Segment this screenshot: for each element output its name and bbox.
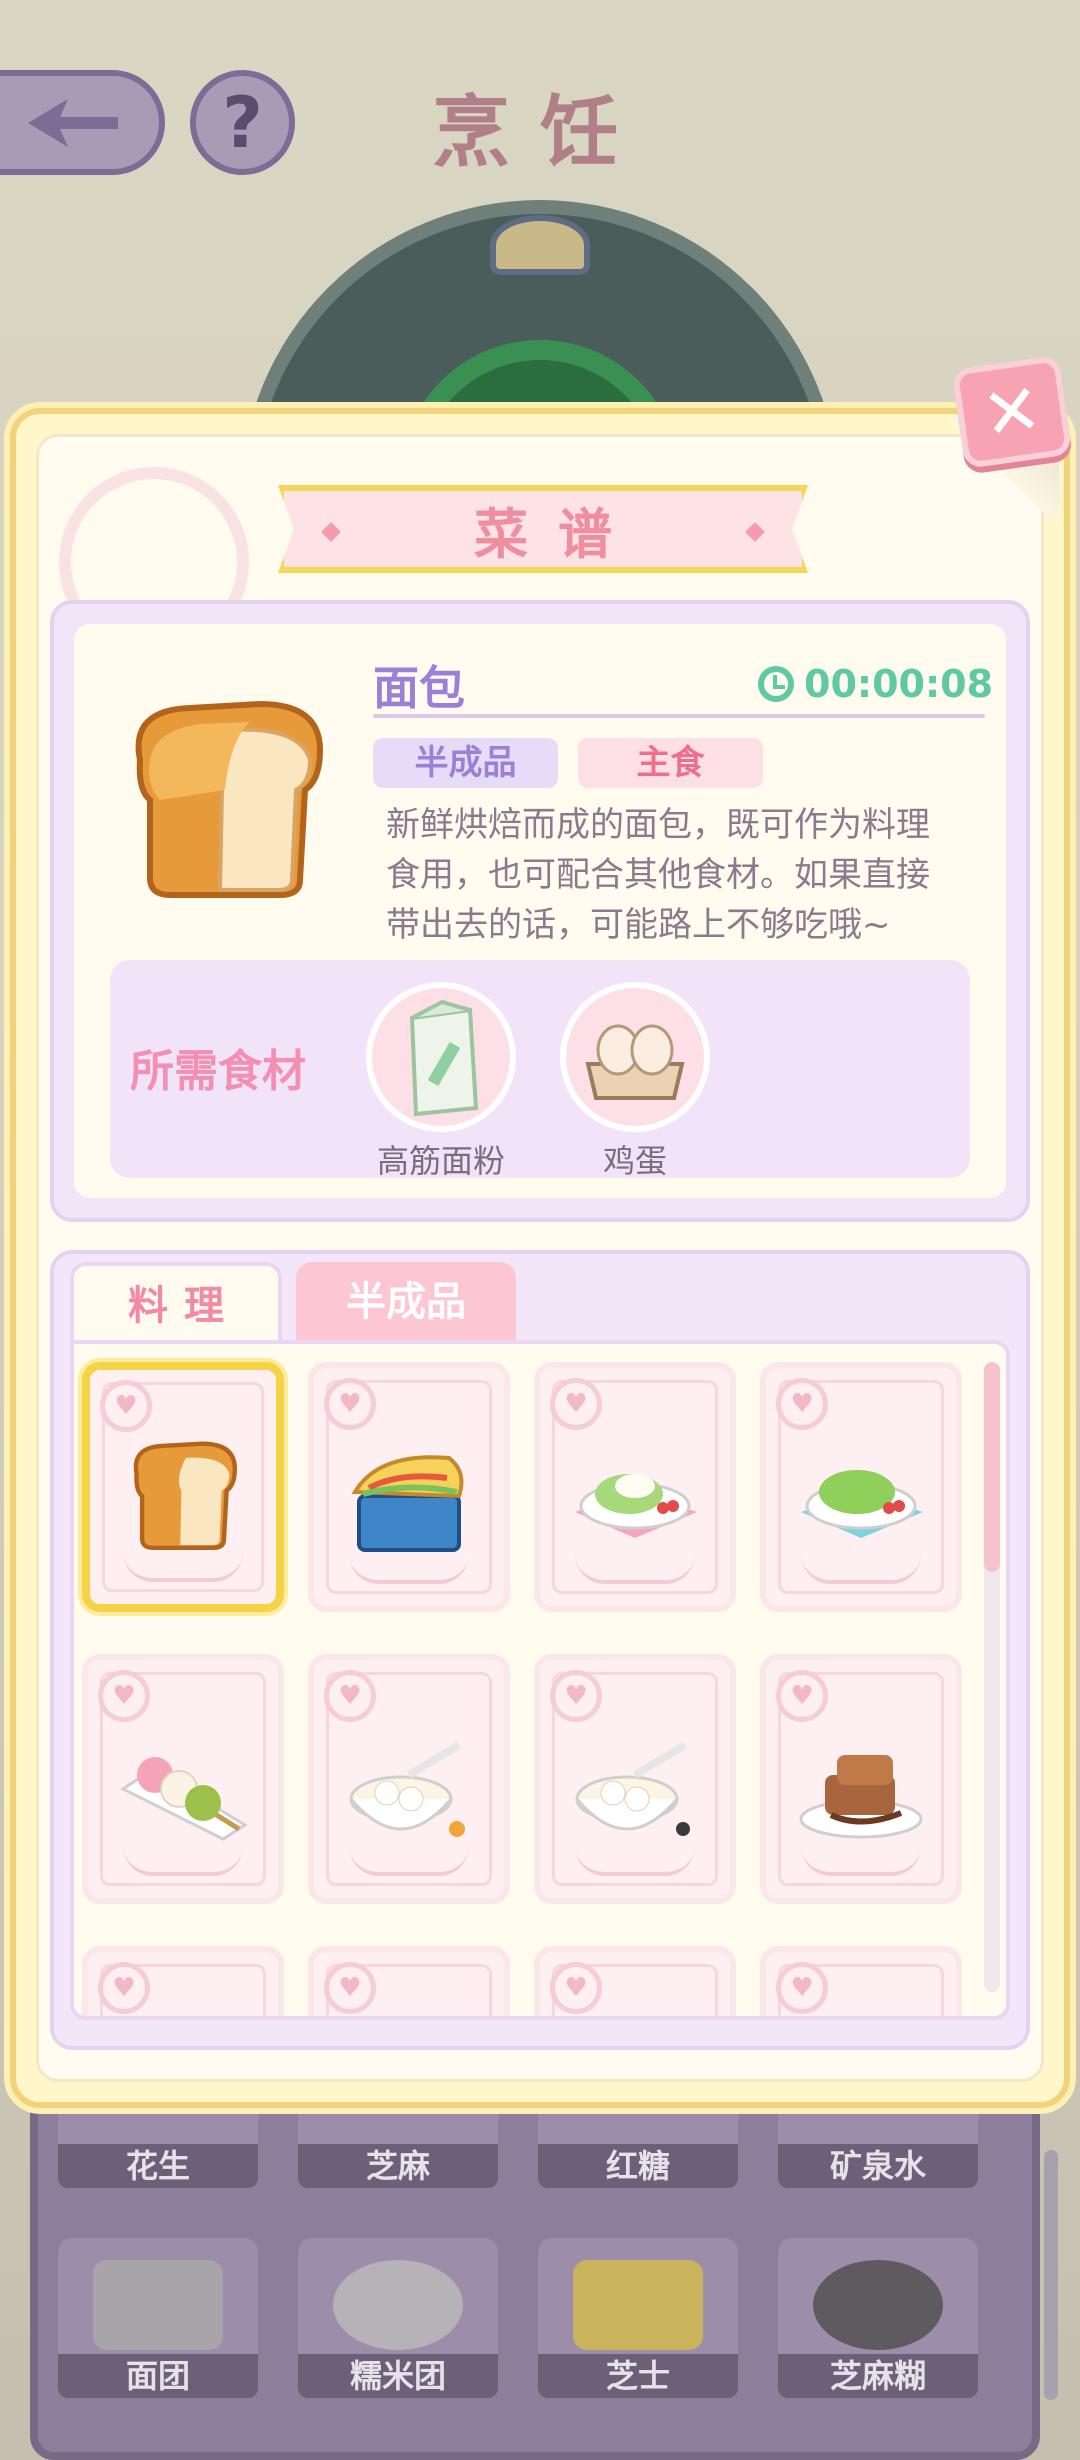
fork-spoon-icon: ♥	[98, 1962, 150, 2014]
ribbon-dot	[745, 522, 765, 542]
salad-plate-icon	[801, 1469, 923, 1538]
pot-lid-knob	[490, 215, 590, 275]
recipe-card-waffle[interactable]: ♥	[760, 1654, 962, 1904]
fork-spoon-icon: ♥	[324, 1962, 376, 2014]
ribbon-dot	[321, 522, 341, 542]
recipe-card[interactable]: ♥	[760, 1946, 962, 2016]
sesame-paste-bowl-icon	[813, 2260, 943, 2350]
fork-spoon-icon: ♥	[98, 1670, 150, 1722]
page-title: 烹饪	[431, 87, 648, 178]
wheat-decoration	[123, 1552, 243, 1582]
close-icon: ✕	[977, 367, 1047, 457]
fork-spoon-icon: ♥	[324, 1378, 376, 1430]
recipe-grid: ♥ ♥ ♥ ♥ ♥ ♥ ♥ ♥ ♥ ♥ ♥ ♥	[82, 1362, 982, 2016]
soup-bowl-icon	[349, 1741, 465, 1837]
fork-spoon-icon: ♥	[550, 1378, 602, 1430]
dish-description: 新鲜烘焙而成的面包，既可作为料理 食用，也可配合其他食材。如果直接 带出去的话，…	[386, 805, 930, 945]
dish-name: 面包	[373, 661, 465, 715]
scrollbar-thumb[interactable]	[984, 1362, 1000, 1572]
recipe-grid-panel: ♥ ♥ ♥ ♥ ♥ ♥ ♥ ♥ ♥ ♥ ♥ ♥	[70, 1340, 1010, 2020]
dango-skewer-icon	[120, 1756, 248, 1841]
egg-carton-icon	[585, 1024, 685, 1100]
recipe-card[interactable]: ♥	[308, 1946, 510, 2016]
inventory-panel: 花生 芝麻 红糖 矿泉水 面团 糯米团 芝士 芝麻糊	[30, 2060, 1040, 2460]
wheat-decoration	[123, 1846, 243, 1876]
question-icon: ?	[222, 81, 263, 164]
recipe-card-bread[interactable]: ♥	[82, 1362, 284, 1612]
fork-spoon-icon: ♥	[100, 1380, 152, 1432]
cheese-icon	[573, 2260, 703, 2350]
bread-icon	[135, 700, 324, 898]
wheat-decoration	[349, 1846, 469, 1876]
inventory-scrollbar[interactable]	[1044, 2150, 1058, 2400]
sandwich-box-icon	[351, 1454, 464, 1552]
inventory-item[interactable]: 面团	[58, 2238, 258, 2398]
dough-icon	[93, 2260, 223, 2350]
fork-spoon-icon: ♥	[776, 1378, 828, 1430]
wheat-decoration	[575, 1554, 695, 1584]
tab-semi-finished[interactable]: 半成品	[296, 1262, 516, 1342]
wheat-decoration	[801, 1554, 921, 1584]
divider	[373, 714, 985, 718]
recipe-card-sesame-soup[interactable]: ♥	[534, 1654, 736, 1904]
flour-bag-icon	[409, 999, 479, 1117]
chocolate-waffle-icon	[799, 1754, 923, 1839]
modal-title: 菜谱	[474, 501, 642, 566]
cook-timer: 00:00:08	[758, 662, 993, 706]
fork-spoon-icon: ♥	[550, 1670, 602, 1722]
back-arrow-icon	[27, 98, 118, 147]
recipe-scrollbar[interactable]	[984, 1362, 1000, 1992]
recipe-card-sweet-soup[interactable]: ♥	[308, 1654, 510, 1904]
tag-staple-food: 主食	[578, 738, 763, 788]
inventory-item[interactable]: 芝麻糊	[778, 2238, 978, 2398]
recipe-title-ribbon: 菜谱	[278, 485, 808, 573]
ingredients-label: 所需食材	[130, 1046, 306, 1097]
recipe-card-sandwich[interactable]: ♥	[308, 1362, 510, 1612]
fork-spoon-icon: ♥	[776, 1670, 828, 1722]
rice-ball-bowl-icon	[333, 2260, 463, 2350]
recipe-card-dango[interactable]: ♥	[82, 1654, 284, 1904]
inventory-item[interactable]: 芝士	[538, 2238, 738, 2398]
wheat-decoration	[801, 1846, 921, 1876]
tab-dishes[interactable]: 料理	[70, 1262, 282, 1342]
ingredient-flour[interactable]: 高筋面粉	[366, 982, 516, 1182]
fork-spoon-icon: ♥	[550, 1962, 602, 2014]
timer-text: 00:00:08	[804, 662, 994, 706]
recipe-card[interactable]: ♥	[534, 1946, 736, 2016]
fork-spoon-icon: ♥	[324, 1670, 376, 1722]
recipe-card-salad[interactable]: ♥	[534, 1362, 736, 1612]
ingredient-egg[interactable]: 鸡蛋	[560, 982, 710, 1182]
soup-bowl-icon	[575, 1741, 690, 1836]
recipe-card-salad-blue[interactable]: ♥	[760, 1362, 962, 1612]
fork-spoon-icon: ♥	[776, 1962, 828, 2014]
clock-icon	[758, 666, 794, 702]
back-button[interactable]	[0, 70, 165, 175]
salad-plate-icon	[575, 1473, 697, 1538]
wheat-decoration	[575, 1846, 695, 1876]
help-button[interactable]: ?	[190, 70, 295, 175]
bread-icon	[133, 1441, 238, 1551]
tag-semi-finished: 半成品	[373, 738, 558, 788]
inventory-item[interactable]: 糯米团	[298, 2238, 498, 2398]
recipe-card[interactable]: ♥	[82, 1946, 284, 2016]
top-bar: ? 烹饪	[0, 0, 1080, 210]
close-button[interactable]: ✕	[951, 354, 1073, 470]
